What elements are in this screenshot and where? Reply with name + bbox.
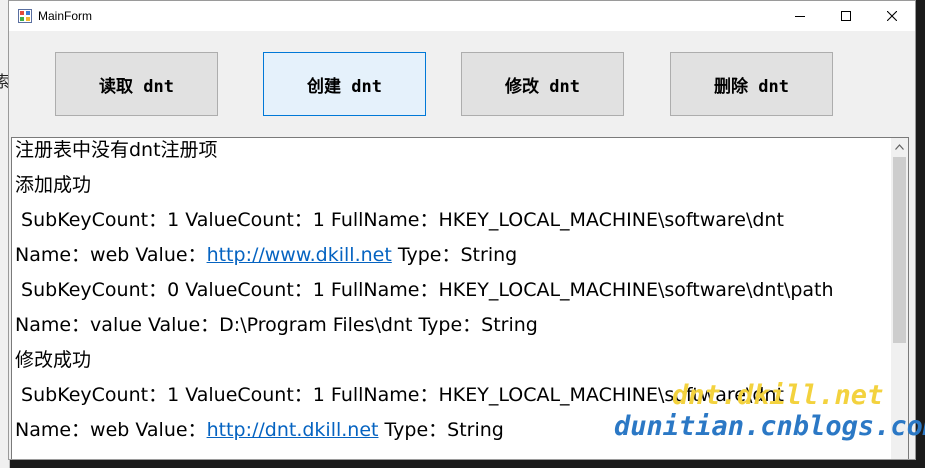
minimize-button[interactable] <box>777 1 823 31</box>
scroll-up-button[interactable] <box>891 138 908 155</box>
output-line-link[interactable]: http://dnt.dkill.net <box>207 419 379 441</box>
title-bar[interactable]: MainForm <box>9 1 915 31</box>
app-icon <box>18 9 32 23</box>
output-line: 添加成功 <box>15 174 92 196</box>
delete-dnt-button[interactable]: 删除 dnt <box>670 52 833 116</box>
output-line-text: Type：String <box>378 419 504 441</box>
output-line: SubKeyCount：1 ValueCount：1 FullName：HKEY… <box>15 209 784 231</box>
close-icon <box>887 11 897 21</box>
output-line-text: Type：String <box>391 244 518 266</box>
output-line-text: Name：web Value： <box>15 244 207 266</box>
main-form-window: MainForm 读取 dnt 创建 dnt 修改 dnt 删除 dnt 注册表… <box>8 0 916 460</box>
create-dnt-button[interactable]: 创建 dnt <box>263 52 426 116</box>
window-title: MainForm <box>38 9 93 23</box>
scroll-up-arrow-icon <box>895 143 904 150</box>
output-line-text: Name：web Value： <box>15 419 207 441</box>
vertical-scrollbar[interactable] <box>891 138 908 459</box>
output-line: 修改成功 <box>15 349 92 371</box>
output-line: SubKeyCount：1 ValueCount：1 FullName：HKEY… <box>15 384 784 406</box>
maximize-button[interactable] <box>823 1 869 31</box>
output-line: SubKeyCount：0 ValueCount：1 FullName：HKEY… <box>15 279 834 301</box>
close-button[interactable] <box>869 1 915 31</box>
read-dnt-button[interactable]: 读取 dnt <box>55 52 218 116</box>
modify-dnt-button[interactable]: 修改 dnt <box>461 52 624 116</box>
maximize-icon <box>841 11 851 21</box>
output-line: 注册表中没有dnt注册项 <box>15 139 218 161</box>
output-line: Name：value Value：D:\Program Files\dnt Ty… <box>15 314 538 336</box>
output-line: Name：web Value：http://www.dkill.net Type… <box>15 243 834 278</box>
scrollbar-thumb[interactable] <box>893 157 906 343</box>
output-lines: 注册表中没有dnt注册项 添加成功 SubKeyCount：1 ValueCoun… <box>15 138 834 453</box>
output-line: Name：web Value：http://dnt.dkill.net Type… <box>15 418 834 453</box>
minimize-icon <box>795 16 805 17</box>
output-line-link[interactable]: http://www.dkill.net <box>207 244 392 266</box>
output-textbox[interactable]: 注册表中没有dnt注册项 添加成功 SubKeyCount：1 ValueCoun… <box>11 137 909 459</box>
